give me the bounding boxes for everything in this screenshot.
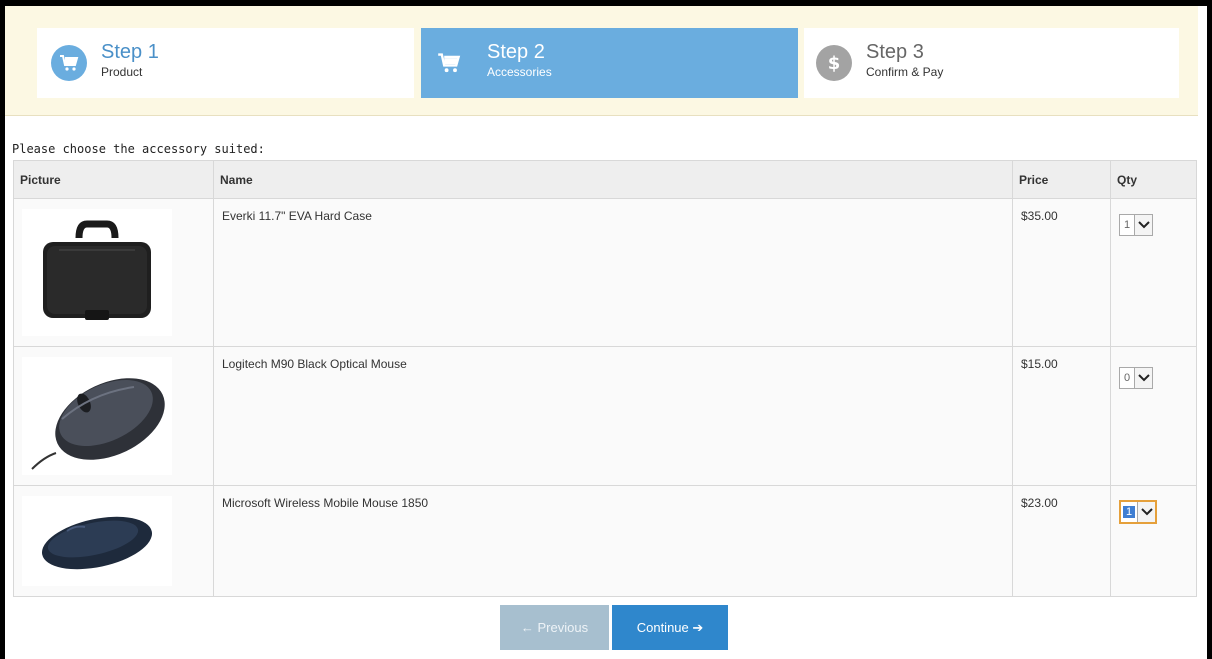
step-accessories[interactable]: Step 2 Accessories bbox=[421, 28, 798, 98]
instructions-text: Please choose the accessory suited: bbox=[12, 142, 265, 156]
checkout-steps: Step 1 Product Step 2 Accessories $ Step… bbox=[5, 6, 1198, 116]
step-product[interactable]: Step 1 Product bbox=[37, 28, 414, 98]
quantity-select[interactable]: 1 bbox=[1119, 214, 1153, 236]
step-title: Step 3 bbox=[866, 41, 924, 63]
quantity-select[interactable]: 0 bbox=[1119, 367, 1153, 389]
quantity-value: 0 bbox=[1123, 372, 1131, 384]
dollar-icon: $ bbox=[816, 45, 852, 81]
name-cell: Everki 11.7" EVA Hard Case bbox=[213, 198, 1013, 347]
laptop-case-image bbox=[22, 209, 172, 336]
accessories-table: Picture Name Price Qty Everki 11.7" EVA … bbox=[13, 160, 1197, 597]
previous-button[interactable]: ← Previous bbox=[500, 605, 609, 650]
chevron-down-icon bbox=[1134, 368, 1152, 388]
svg-text:$: $ bbox=[828, 53, 841, 74]
optical-mouse-image bbox=[22, 357, 172, 475]
picture-cell bbox=[13, 485, 214, 597]
column-header-price: Price bbox=[1012, 160, 1111, 199]
step-confirm-pay[interactable]: $ Step 3 Confirm & Pay bbox=[804, 28, 1179, 98]
qty-cell: 0 bbox=[1110, 346, 1197, 486]
price-cell: $23.00 bbox=[1012, 485, 1111, 597]
step-subtitle: Accessories bbox=[487, 65, 552, 79]
table-header-row: Picture Name Price Qty bbox=[13, 160, 1197, 199]
quantity-value: 1 bbox=[1123, 506, 1135, 518]
name-cell: Logitech M90 Black Optical Mouse bbox=[213, 346, 1013, 486]
column-header-picture: Picture bbox=[13, 160, 214, 199]
qty-cell: 1 bbox=[1110, 485, 1197, 597]
chevron-down-icon bbox=[1137, 502, 1155, 522]
step-title: Step 1 bbox=[101, 41, 159, 63]
wireless-mouse-image bbox=[22, 496, 172, 586]
quantity-value: 1 bbox=[1123, 219, 1131, 231]
table-row: Microsoft Wireless Mobile Mouse 1850 $23… bbox=[13, 485, 1197, 597]
name-cell: Microsoft Wireless Mobile Mouse 1850 bbox=[213, 485, 1013, 597]
chevron-down-icon bbox=[1134, 215, 1152, 235]
column-header-qty: Qty bbox=[1110, 160, 1197, 199]
price-cell: $15.00 bbox=[1012, 346, 1111, 486]
cart-icon bbox=[51, 45, 87, 81]
step-subtitle: Product bbox=[101, 65, 143, 79]
continue-button[interactable]: Continue ➔ bbox=[612, 605, 728, 650]
column-header-name: Name bbox=[213, 160, 1013, 199]
cart-icon bbox=[431, 45, 467, 81]
table-row: Everki 11.7" EVA Hard Case $35.00 1 bbox=[13, 198, 1197, 347]
quantity-select[interactable]: 1 bbox=[1119, 500, 1157, 524]
qty-cell: 1 bbox=[1110, 198, 1197, 347]
table-row: Logitech M90 Black Optical Mouse $15.00 … bbox=[13, 346, 1197, 486]
picture-cell bbox=[13, 198, 214, 347]
picture-cell bbox=[13, 346, 214, 486]
price-cell: $35.00 bbox=[1012, 198, 1111, 347]
step-subtitle: Confirm & Pay bbox=[866, 65, 944, 79]
step-title: Step 2 bbox=[487, 41, 545, 63]
